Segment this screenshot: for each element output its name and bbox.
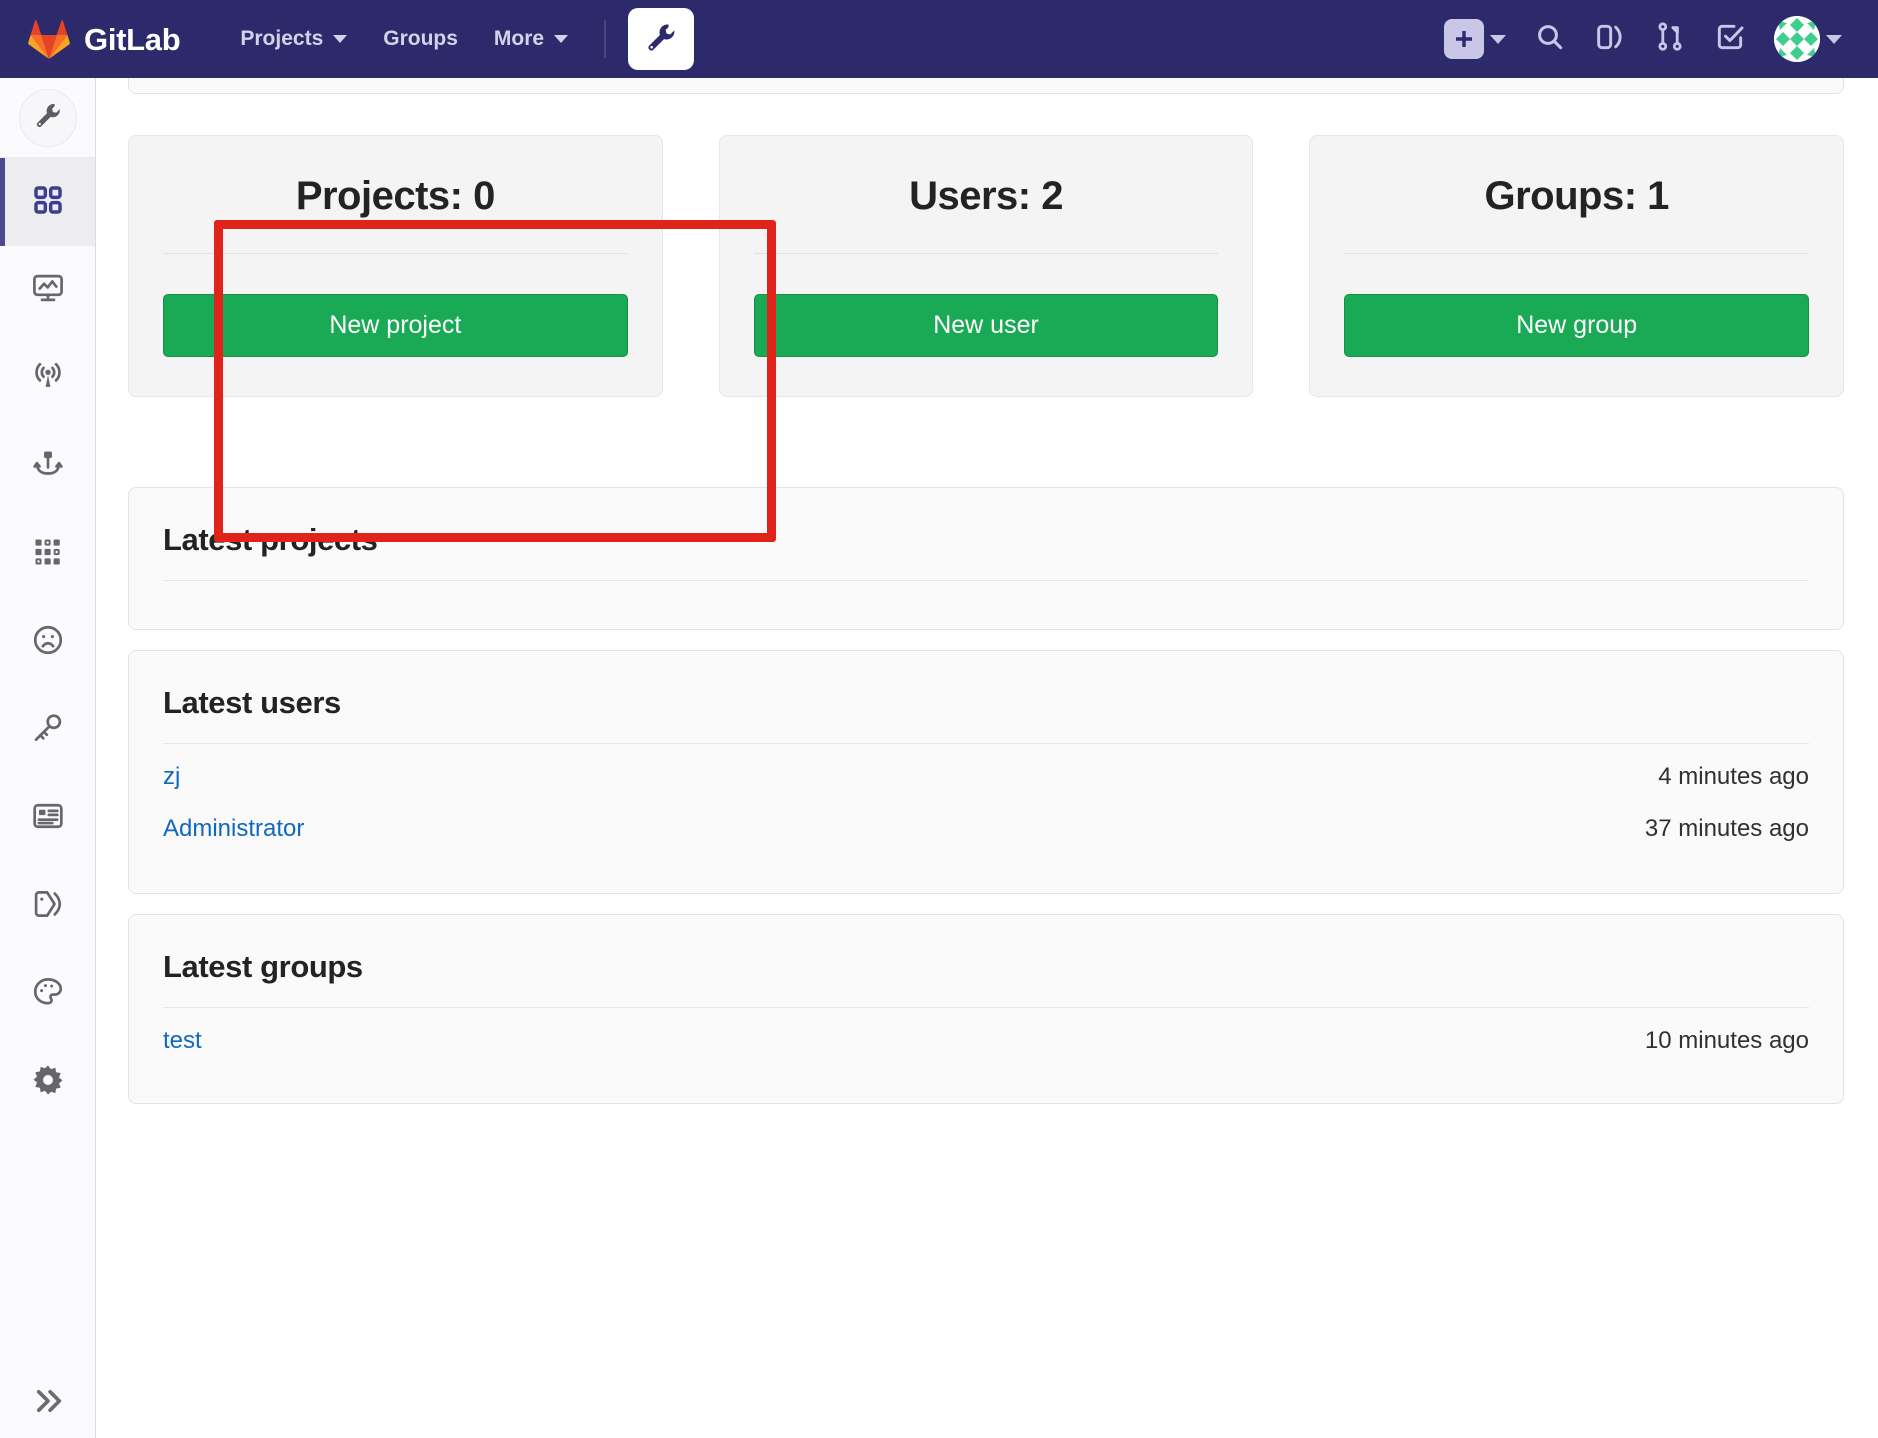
sidebar-item-abuse-reports[interactable] [0, 598, 95, 686]
sidebar-item-labels[interactable] [0, 862, 95, 950]
avatar [1774, 16, 1820, 62]
sidebar-item-appearance[interactable] [0, 950, 95, 1038]
stat-card-groups: Groups: 1 New group [1309, 135, 1845, 397]
admin-area-button[interactable] [628, 8, 695, 70]
stats-row: Projects: 0 New project Users: 2 New use… [128, 135, 1845, 397]
new-project-button[interactable]: New project [163, 294, 628, 357]
nav-item-more[interactable]: More [476, 19, 586, 59]
applications-icon [32, 536, 64, 573]
license-icon [31, 799, 65, 838]
broadcast-icon [31, 359, 65, 398]
main-content: Projects: 0 New project Users: 2 New use… [96, 78, 1878, 1438]
group-link-test[interactable]: test [163, 1027, 202, 1055]
navbar-actions [1432, 6, 1854, 72]
plus-icon [1444, 19, 1484, 59]
divider [753, 253, 1219, 254]
nav-item-groups[interactable]: Groups [365, 19, 476, 59]
wrench-icon [33, 100, 63, 135]
hook-icon [31, 447, 65, 486]
latest-groups-heading: Latest groups [163, 949, 363, 984]
user-timestamp: 4 minutes ago [1658, 763, 1809, 790]
nav-item-more-label: More [493, 27, 545, 50]
latest-groups-panel: Latest groups test 10 minutes ago [128, 914, 1844, 1104]
stat-card-projects: Projects: 0 New project [128, 135, 663, 397]
user-timestamp: 37 minutes ago [1644, 815, 1809, 842]
nav-item-projects-label: Projects [240, 27, 324, 50]
brand-name: GitLab [84, 21, 181, 57]
group-timestamp: 10 minutes ago [1644, 1027, 1809, 1054]
new-group-button[interactable]: New group [1344, 294, 1810, 357]
wrench-icon [644, 20, 678, 59]
divider [1344, 253, 1810, 254]
user-menu-button[interactable] [1762, 6, 1854, 72]
sidebar-item-messages[interactable] [0, 334, 95, 422]
issues-icon [1594, 21, 1626, 58]
top-navbar: GitLab Projects Groups More [0, 0, 1878, 78]
sidebar-item-monitoring[interactable] [0, 246, 95, 334]
nav-item-groups-label: Groups [383, 27, 458, 50]
sidebar-collapse-button[interactable] [0, 1368, 95, 1438]
sidebar-item-settings[interactable] [0, 1038, 95, 1126]
key-icon [31, 711, 65, 750]
nav-item-projects[interactable]: Projects [222, 19, 365, 59]
scrolled-panel-edge [128, 78, 1844, 94]
user-link-zj[interactable]: zj [163, 763, 180, 791]
gitlab-tanuki-logo-icon [28, 19, 70, 59]
issues-button[interactable] [1582, 11, 1638, 68]
list-item: test 10 minutes ago [163, 1008, 1809, 1060]
sidebar-item-overview[interactable] [0, 158, 95, 246]
monitoring-icon [31, 271, 65, 310]
projects-count-title: Projects: 0 [295, 174, 496, 218]
sidebar-context-header[interactable] [0, 78, 95, 158]
merge-requests-icon [1654, 21, 1686, 58]
todos-icon [1714, 21, 1746, 58]
merge-requests-button[interactable] [1642, 11, 1698, 68]
search-button[interactable] [1522, 11, 1578, 68]
sidebar-item-system-hooks[interactable] [0, 422, 95, 510]
user-link-administrator[interactable]: Administrator [163, 815, 304, 843]
admin-sidebar [0, 78, 96, 1438]
sidebar-avatar [18, 88, 77, 147]
labels-icon [31, 887, 65, 926]
sidebar-item-license[interactable] [0, 774, 95, 862]
list-item: zj 4 minutes ago [163, 744, 1809, 796]
primary-nav: Projects Groups More [222, 19, 586, 59]
chevron-down-icon [554, 35, 569, 43]
chevron-down-icon [333, 35, 348, 43]
chevron-down-icon [1490, 34, 1506, 44]
latest-projects-heading: Latest projects [163, 522, 378, 557]
chevron-down-icon [1826, 34, 1842, 44]
new-dropdown-button[interactable] [1432, 9, 1518, 69]
dashboard-grid-icon [32, 184, 64, 221]
new-user-button[interactable]: New user [753, 294, 1219, 357]
todos-button[interactable] [1702, 11, 1758, 68]
double-chevron-right-icon [31, 1384, 65, 1423]
abuse-report-icon [31, 623, 65, 662]
divider [163, 253, 628, 254]
search-icon [1534, 21, 1566, 58]
latest-users-heading: Latest users [163, 685, 341, 720]
users-count-title: Users: 2 [909, 174, 1063, 218]
latest-users-panel: Latest users zj 4 minutes ago Administra… [128, 650, 1844, 894]
gear-icon [31, 1063, 65, 1102]
stat-card-users: Users: 2 New user [718, 135, 1254, 397]
sidebar-item-deploy-keys[interactable] [0, 686, 95, 774]
latest-projects-empty [163, 581, 1809, 607]
brand[interactable]: GitLab [28, 19, 181, 59]
latest-projects-panel: Latest projects [128, 487, 1844, 630]
list-item: Administrator 37 minutes ago [163, 796, 1809, 848]
palette-icon [31, 975, 65, 1014]
navbar-divider [604, 20, 607, 58]
groups-count-title: Groups: 1 [1484, 174, 1669, 218]
sidebar-item-applications[interactable] [0, 510, 95, 598]
